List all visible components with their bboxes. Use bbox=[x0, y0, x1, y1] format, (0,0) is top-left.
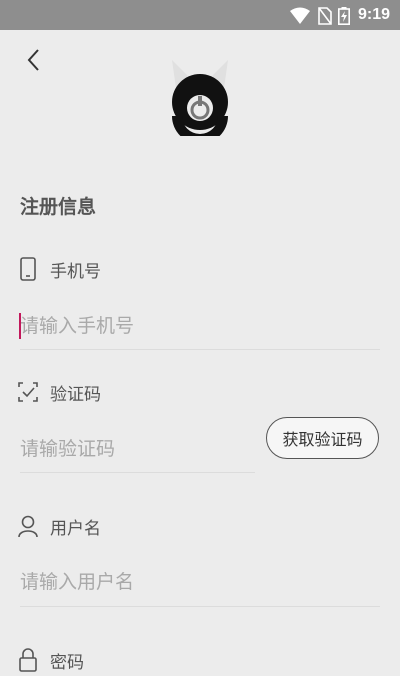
scan-check-icon bbox=[18, 380, 38, 404]
username-label-row: 用户名 bbox=[18, 513, 101, 539]
code-label: 验证码 bbox=[50, 384, 101, 405]
phone-divider bbox=[20, 349, 380, 350]
user-icon bbox=[18, 514, 38, 538]
get-code-button[interactable]: 获取验证码 bbox=[266, 417, 379, 459]
lock-icon bbox=[18, 648, 38, 672]
battery-charging-icon bbox=[338, 7, 350, 25]
phone-icon bbox=[18, 257, 38, 281]
back-button[interactable] bbox=[22, 46, 48, 74]
wifi-icon bbox=[290, 7, 310, 24]
chevron-left-icon bbox=[27, 49, 39, 71]
code-input[interactable] bbox=[20, 431, 255, 467]
no-sim-icon bbox=[318, 7, 332, 25]
app-logo bbox=[164, 56, 236, 144]
password-label: 密码 bbox=[50, 652, 84, 673]
phone-label-row: 手机号 bbox=[18, 256, 101, 282]
phone-input[interactable] bbox=[20, 308, 380, 344]
username-label: 用户名 bbox=[50, 518, 101, 539]
password-label-row: 密码 bbox=[18, 647, 84, 673]
phone-label: 手机号 bbox=[50, 261, 101, 282]
username-input[interactable] bbox=[20, 564, 380, 600]
text-caret bbox=[19, 313, 21, 339]
status-time: 9:19 bbox=[357, 6, 390, 23]
code-label-row: 验证码 bbox=[18, 379, 101, 405]
section-title: 注册信息 bbox=[20, 196, 97, 218]
code-divider bbox=[20, 472, 255, 473]
username-divider bbox=[20, 606, 380, 607]
status-bar: 9:19 bbox=[0, 0, 400, 30]
